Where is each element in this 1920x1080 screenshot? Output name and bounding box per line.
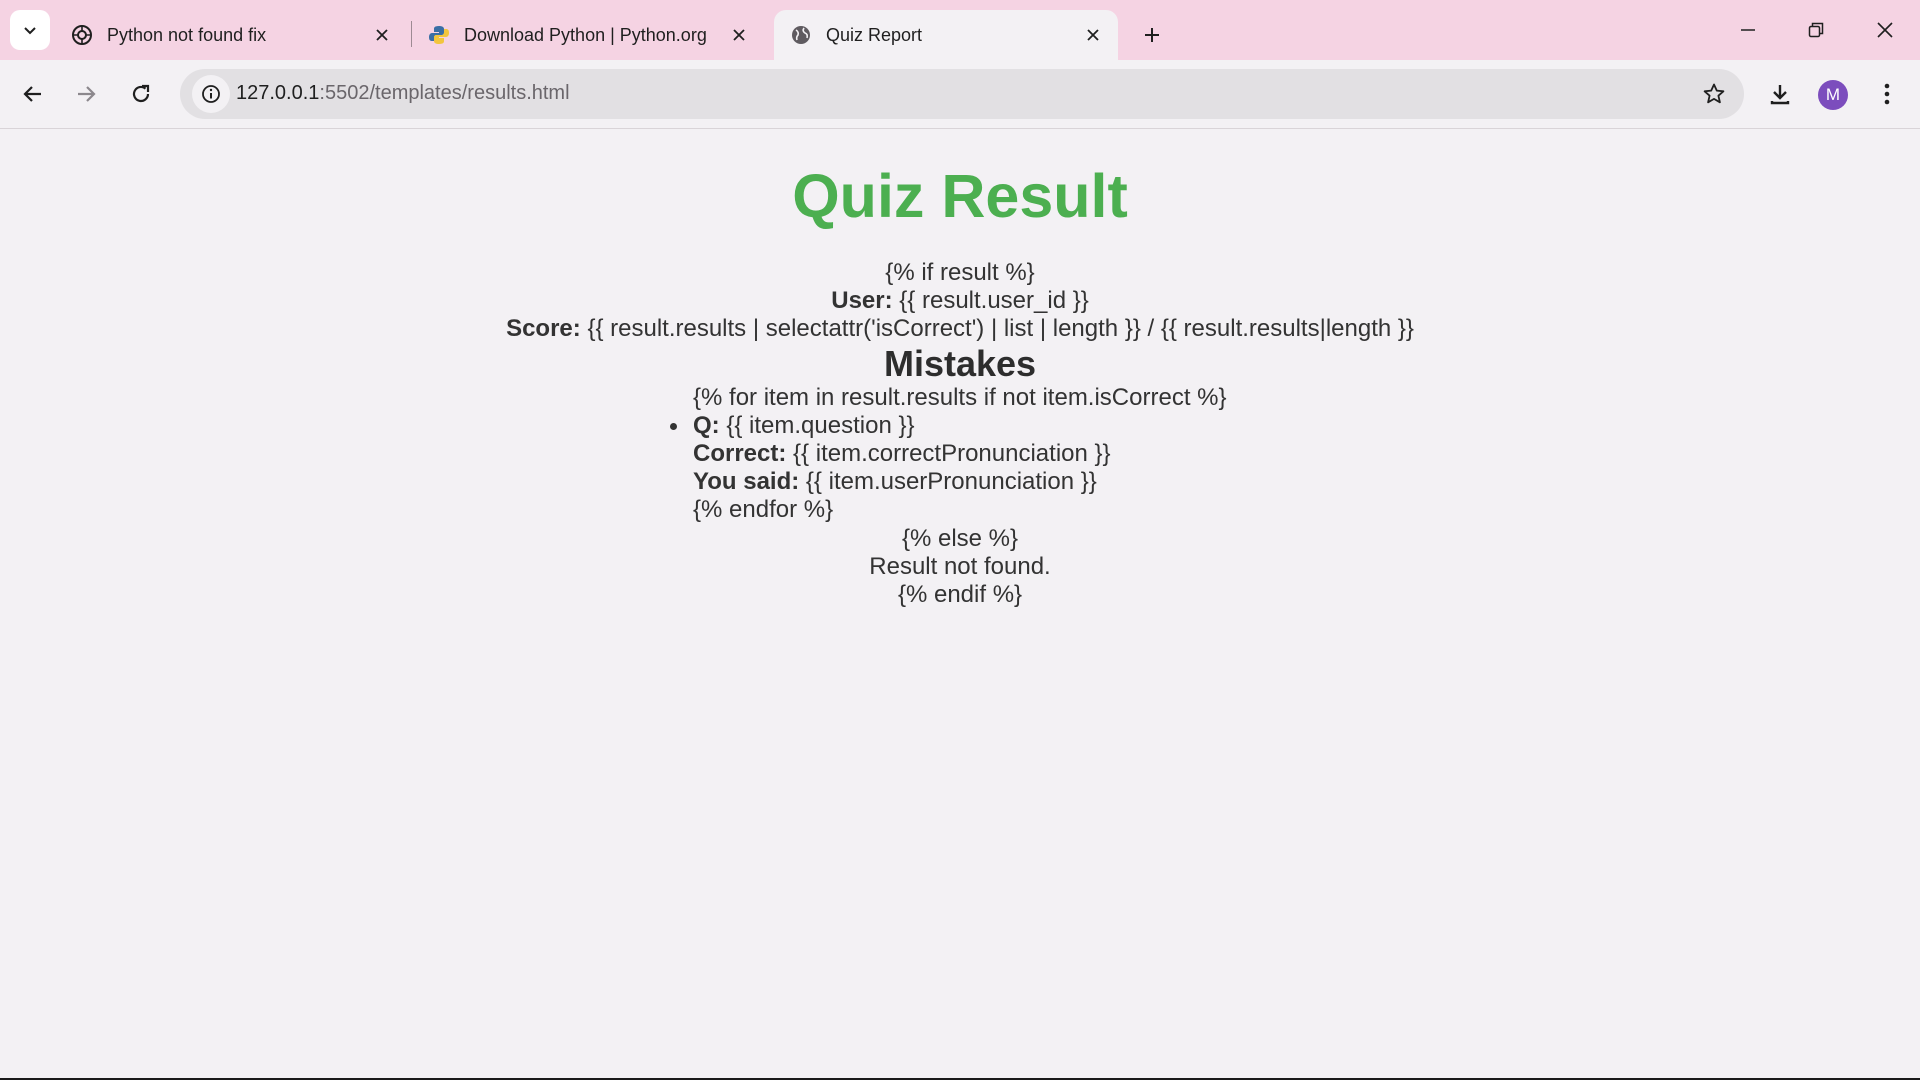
info-icon: [202, 85, 220, 103]
endfor-tag: {% endfor %}: [693, 496, 834, 523]
globe-icon: [790, 24, 812, 46]
address-bar[interactable]: 127.0.0.1:5502/templates/results.html: [180, 69, 1744, 119]
tab-title: Python not found fix: [107, 24, 267, 45]
said-label: You said:: [693, 468, 800, 495]
said-value: {{ item.userPronunciation }}: [805, 468, 1097, 495]
restore-button[interactable]: [1788, 10, 1844, 50]
question-value: {{ item.question }}: [726, 412, 915, 439]
url-path: :5502/templates/results.html: [319, 82, 570, 104]
reload-button[interactable]: [120, 73, 162, 115]
new-tab-button[interactable]: [1134, 17, 1170, 53]
if-tag: {% if result %}: [885, 259, 1035, 286]
bookmark-button[interactable]: [1698, 78, 1730, 110]
url-host: 127.0.0.1: [236, 82, 320, 104]
browser-toolbar: 127.0.0.1:5502/templates/results.html M: [0, 60, 1920, 129]
arrow-right-icon: [78, 86, 96, 102]
list-item: Q: {{ item.question }}: [670, 412, 1227, 440]
minimize-icon: [1741, 29, 1755, 31]
site-info-button[interactable]: [192, 75, 230, 113]
user-value: {{ result.user_id }}: [899, 287, 1089, 314]
more-vert-icon: [1884, 83, 1890, 105]
tab-search-button[interactable]: [10, 10, 50, 50]
openai-icon: [71, 24, 93, 46]
url-text[interactable]: 127.0.0.1:5502/templates/results.html: [236, 82, 570, 105]
page-title: Quiz Result: [792, 162, 1128, 230]
star-icon: [1703, 83, 1725, 104]
correct-label: Correct:: [693, 440, 787, 467]
plus-icon: [1145, 28, 1159, 42]
back-button[interactable]: [12, 73, 54, 115]
bullet-icon: [670, 423, 677, 430]
download-icon: [1770, 85, 1790, 105]
close-icon: [1877, 22, 1893, 38]
question-label: Q:: [693, 412, 720, 439]
tab-download-python[interactable]: Download Python | Python.org: [412, 10, 764, 60]
user-line: User: {{ result.user_id }}: [0, 287, 1920, 315]
chevron-down-icon: [24, 27, 36, 35]
tab-title: Quiz Report: [826, 24, 923, 45]
user-label: User:: [831, 287, 893, 314]
else-tag: {% else %}: [901, 525, 1019, 552]
downloads-button[interactable]: [1759, 73, 1801, 115]
avatar[interactable]: M: [1818, 80, 1848, 110]
score-value: {{ result.results | selectattr('isCorrec…: [587, 315, 1414, 342]
close-icon[interactable]: [371, 24, 393, 46]
said-line: You said: {{ item.userPronunciation }}: [693, 468, 1227, 496]
close-window-button[interactable]: [1857, 10, 1913, 50]
forward-button[interactable]: [65, 73, 107, 115]
not-found-text: Result not found.: [869, 553, 1051, 580]
endif-tag: {% endif %}: [897, 581, 1023, 608]
tab-title: Download Python | Python.org: [464, 24, 707, 45]
score-label: Score:: [506, 315, 581, 342]
arrow-left-icon: [23, 86, 41, 102]
for-tag: {% for item in result.results if not ite…: [693, 384, 1227, 411]
page-content: Quiz Result {% if result %} User: {{ res…: [0, 129, 1920, 1078]
close-icon[interactable]: [728, 24, 750, 46]
reload-icon: [132, 84, 150, 103]
correct-value: {{ item.correctPronunciation }}: [793, 440, 1111, 467]
python-icon: [428, 24, 450, 46]
tab-strip: Python not found fix Download Python | P…: [0, 0, 1920, 60]
mistakes-list: {% for item in result.results if not ite…: [670, 384, 1227, 524]
tab-quiz-report[interactable]: Quiz Report: [774, 10, 1118, 60]
minimize-button[interactable]: [1720, 10, 1776, 50]
menu-button[interactable]: [1866, 73, 1908, 115]
correct-line: Correct: {{ item.correctPronunciation }}: [693, 440, 1227, 468]
score-line: Score: {{ result.results | selectattr('i…: [0, 315, 1920, 343]
mistakes-heading: Mistakes: [883, 343, 1037, 384]
restore-icon: [1808, 22, 1824, 38]
close-icon[interactable]: [1082, 24, 1104, 46]
tab-python-not-found[interactable]: Python not found fix: [55, 10, 407, 60]
